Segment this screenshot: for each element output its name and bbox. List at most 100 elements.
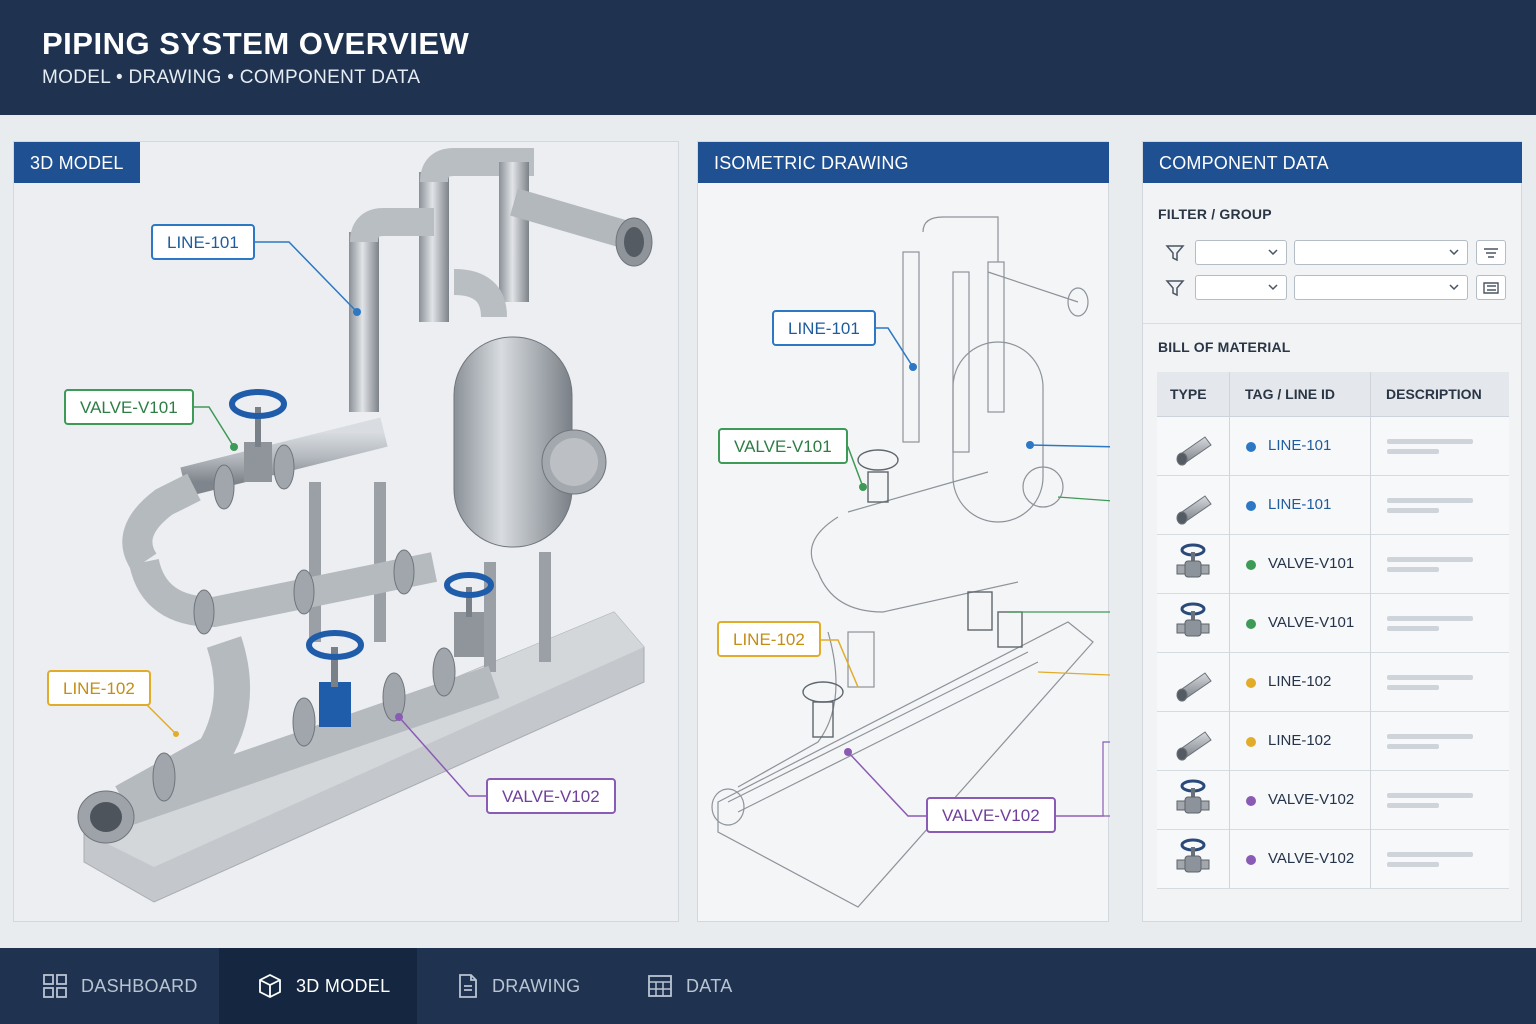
status-dot: [1246, 442, 1256, 452]
description-placeholder: [1387, 498, 1473, 503]
chevron-down-icon: [1449, 284, 1459, 291]
group-select-2[interactable]: [1294, 275, 1468, 300]
description-placeholder: [1387, 685, 1439, 690]
iso-callout-valve-v101[interactable]: VALVE-V101: [718, 428, 848, 464]
page-subtitle: MODEL • DRAWING • COMPONENT DATA: [42, 67, 421, 88]
pipe-icon: [1176, 436, 1212, 466]
description-placeholder: [1387, 675, 1473, 680]
filter-select-1[interactable]: [1195, 240, 1287, 265]
filter-select-2[interactable]: [1195, 275, 1287, 300]
table-row[interactable]: LINE-101: [1157, 417, 1509, 476]
status-dot: [1246, 619, 1256, 629]
valve-icon: [1176, 543, 1210, 578]
table-row[interactable]: LINE-102: [1157, 712, 1509, 771]
table-row[interactable]: VALVE-V102: [1157, 830, 1509, 889]
document-icon: [459, 974, 477, 998]
status-dot: [1246, 501, 1256, 511]
list-icon: [1483, 282, 1499, 294]
tag-line-id: VALVE-V102: [1268, 850, 1355, 867]
column-header-type[interactable]: TYPE: [1170, 386, 1207, 402]
table-icon: [648, 975, 672, 997]
group-select-1[interactable]: [1294, 240, 1468, 265]
tag-line-id: LINE-101: [1268, 437, 1332, 454]
column-divider: [1229, 372, 1230, 889]
nav-label: DATA: [686, 976, 733, 996]
nav-3d-model[interactable]: 3D MODEL: [219, 948, 417, 1024]
chevron-down-icon: [1268, 249, 1278, 256]
table-row[interactable]: VALVE-V101: [1157, 535, 1509, 594]
cube-icon: [259, 973, 281, 999]
valve-icon: [1176, 779, 1210, 814]
nav-label: DASHBOARD: [81, 976, 198, 996]
callout-line-101[interactable]: LINE-101: [151, 224, 255, 260]
model-panel: 3D MODEL LINE-101 VALVE-V101 LINE-102 VA…: [13, 141, 679, 922]
tab-isometric-drawing: ISOMETRIC DRAWING: [698, 142, 1109, 183]
filter-icon: [1165, 245, 1185, 262]
column-header-tag[interactable]: TAG / LINE ID: [1245, 386, 1335, 402]
tag-line-id: VALVE-V102: [1268, 791, 1355, 808]
column-header-description[interactable]: DESCRIPTION: [1386, 386, 1482, 402]
description-placeholder: [1387, 793, 1473, 798]
tag-line-id: LINE-102: [1268, 732, 1332, 749]
list-view-button[interactable]: [1476, 275, 1506, 300]
valve-icon: [1176, 602, 1210, 637]
iso-callout-line-101[interactable]: LINE-101: [772, 310, 876, 346]
chevron-down-icon: [1268, 284, 1278, 291]
callout-line-102[interactable]: LINE-102: [47, 670, 151, 706]
app-header: PIPING SYSTEM OVERVIEW MODEL • DRAWING •…: [0, 0, 1536, 115]
nav-data[interactable]: DATA: [607, 948, 777, 1024]
description-placeholder: [1387, 852, 1473, 857]
tag-line-id: VALVE-V101: [1268, 555, 1355, 572]
pipe-icon: [1176, 495, 1212, 525]
pipe-icon: [1176, 672, 1212, 702]
chevron-down-icon: [1449, 249, 1459, 256]
description-placeholder: [1387, 439, 1473, 444]
tab-3d-model: 3D MODEL: [14, 142, 140, 183]
description-placeholder: [1387, 862, 1439, 867]
description-placeholder: [1387, 449, 1439, 454]
page-title: PIPING SYSTEM OVERVIEW: [42, 26, 470, 61]
status-dot: [1246, 737, 1256, 747]
description-placeholder: [1387, 557, 1473, 562]
description-placeholder: [1387, 616, 1473, 621]
callout-valve-v102[interactable]: VALVE-V102: [486, 778, 616, 814]
bottom-navigation: DASHBOARD 3D MODEL DRAWING DATA: [0, 948, 1536, 1024]
table-header: TYPE TAG / LINE ID DESCRIPTION: [1157, 372, 1509, 417]
component-data-panel: COMPONENT DATA FILTER / GROUP BILL OF MA…: [1142, 141, 1522, 922]
iso-callout-valve-v102[interactable]: VALVE-V102: [926, 797, 1056, 833]
status-dot: [1246, 678, 1256, 688]
description-placeholder: [1387, 803, 1439, 808]
nav-label: DRAWING: [492, 976, 581, 996]
tag-line-id: VALVE-V101: [1268, 614, 1355, 631]
sort-button[interactable]: [1476, 240, 1506, 265]
nav-drawing[interactable]: DRAWING: [417, 948, 607, 1024]
nav-dashboard[interactable]: DASHBOARD: [0, 948, 219, 1024]
status-dot: [1246, 560, 1256, 570]
tag-line-id: LINE-102: [1268, 673, 1332, 690]
tab-component-data: COMPONENT DATA: [1143, 142, 1522, 183]
filter-icon: [1165, 280, 1185, 297]
sort-lines-icon: [1484, 248, 1498, 258]
description-placeholder: [1387, 508, 1439, 513]
nav-label: 3D MODEL: [296, 976, 391, 996]
divider: [1143, 323, 1521, 324]
isometric-panel: ISOMETRIC DRAWING LINE-101 VALVE-V101 LI…: [697, 141, 1110, 922]
dashboard-icon: [43, 974, 67, 998]
table-row[interactable]: VALVE-V102: [1157, 771, 1509, 830]
iso-callout-line-102[interactable]: LINE-102: [717, 621, 821, 657]
status-dot: [1246, 796, 1256, 806]
callout-valve-v101[interactable]: VALVE-V101: [64, 389, 194, 425]
bill-of-material-label: BILL OF MATERIAL: [1158, 339, 1291, 355]
valve-icon: [1176, 838, 1210, 873]
description-placeholder: [1387, 734, 1473, 739]
status-dot: [1246, 855, 1256, 865]
column-divider: [1370, 372, 1371, 889]
description-placeholder: [1387, 744, 1439, 749]
table-row[interactable]: LINE-101: [1157, 476, 1509, 535]
pipe-icon: [1176, 731, 1212, 761]
table-row[interactable]: LINE-102: [1157, 653, 1509, 712]
description-placeholder: [1387, 626, 1439, 631]
description-placeholder: [1387, 567, 1439, 572]
table-row[interactable]: VALVE-V101: [1157, 594, 1509, 653]
filter-group-label: FILTER / GROUP: [1158, 206, 1272, 222]
